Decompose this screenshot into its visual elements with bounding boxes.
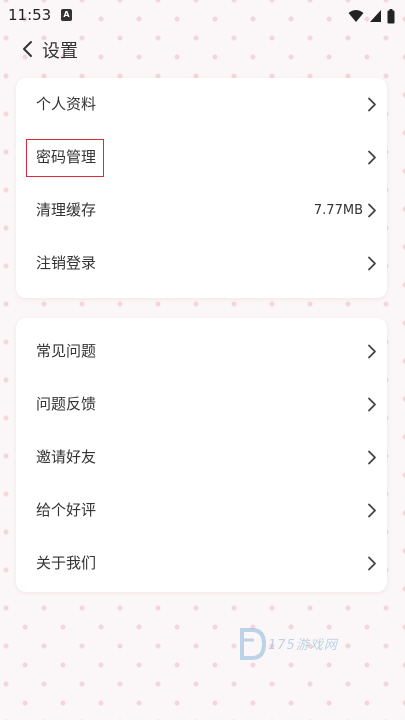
settings-item-label: 问题反馈 (36, 395, 97, 413)
watermark-logo-icon (240, 628, 267, 660)
cache-size-value: 7.77MB (313, 203, 363, 218)
chevron-right-icon (368, 556, 376, 571)
settings-item-password[interactable]: 密码管理 (16, 131, 387, 184)
settings-item-faq[interactable]: 常见问题 (16, 325, 387, 378)
chevron-right-icon (368, 97, 376, 112)
battery-icon (387, 8, 395, 23)
header-bar: 设置 (0, 32, 405, 68)
settings-item-label: 给个好评 (36, 501, 97, 519)
settings-item-label: 注销登录 (36, 254, 97, 272)
settings-item-label: 邀请好友 (36, 448, 97, 466)
notification-icon: A (61, 9, 72, 21)
chevron-right-icon (368, 503, 376, 518)
page-title: 设置 (42, 41, 78, 62)
settings-item-profile[interactable]: 个人资料 (16, 78, 387, 131)
settings-group-account: 个人资料 密码管理 清理缓存 7.77MB 注销登录 (16, 78, 387, 298)
watermark-text: 175游戏网 (268, 638, 338, 653)
status-icons (348, 6, 395, 26)
cell-signal-icon (370, 10, 381, 22)
chevron-right-icon (368, 450, 376, 465)
chevron-right-icon (368, 397, 376, 412)
settings-item-logout[interactable]: 注销登录 (16, 237, 387, 290)
wifi-icon (348, 10, 364, 22)
chevron-left-icon[interactable] (18, 38, 38, 60)
status-time: 11:53 (8, 6, 52, 24)
settings-item-label: 常见问题 (36, 342, 97, 360)
watermark: 175游戏网 (238, 626, 378, 666)
settings-item-clear-cache[interactable]: 清理缓存 7.77MB (16, 184, 387, 237)
settings-item-label: 个人资料 (36, 95, 97, 113)
settings-item-label: 清理缓存 (36, 201, 97, 219)
chevron-right-icon (368, 203, 376, 218)
chevron-right-icon (368, 344, 376, 359)
chevron-right-icon (368, 150, 376, 165)
settings-group-support: 常见问题 问题反馈 邀请好友 给个好评 关于我们 (16, 318, 387, 592)
settings-item-invite-friends[interactable]: 邀请好友 (16, 431, 387, 484)
settings-item-about-us[interactable]: 关于我们 (16, 537, 387, 590)
status-bar: 11:53 A (0, 0, 405, 32)
settings-item-label: 密码管理 (36, 148, 97, 166)
settings-item-label: 关于我们 (36, 554, 97, 572)
chevron-right-icon (368, 256, 376, 271)
settings-item-rate-app[interactable]: 给个好评 (16, 484, 387, 537)
settings-item-feedback[interactable]: 问题反馈 (16, 378, 387, 431)
